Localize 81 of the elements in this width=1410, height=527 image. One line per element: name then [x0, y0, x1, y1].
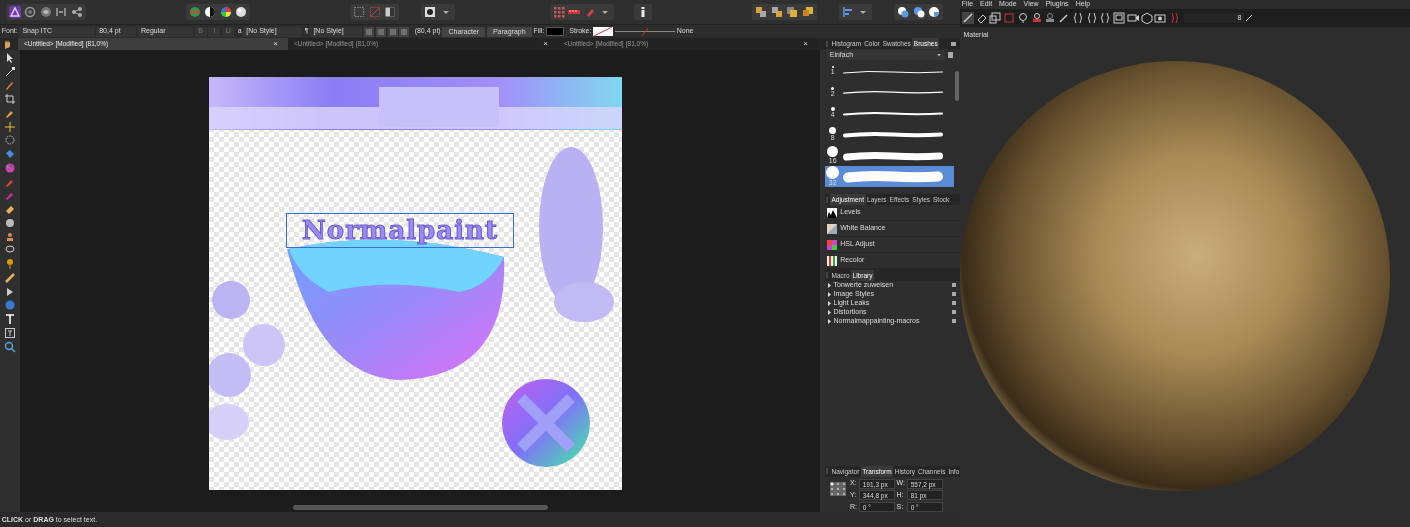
brush-tip-icon: [830, 107, 835, 112]
bracket-icon[interactable]: [1071, 12, 1084, 24]
camera-icon[interactable]: [1126, 12, 1139, 24]
clone-icon[interactable]: [1044, 12, 1057, 24]
horizontal-scrollbar[interactable]: [292, 505, 548, 511]
text-tool-icon[interactable]: [4, 313, 16, 325]
brush-tip-icon: [826, 165, 840, 179]
clone-icon[interactable]: [1030, 12, 1043, 24]
align-icon[interactable]: [841, 6, 854, 18]
bracket-icon[interactable]: [1085, 12, 1098, 24]
boolean-subtract-icon[interactable]: [912, 6, 925, 18]
brush-tip-icon: [829, 126, 837, 134]
grip-icon[interactable]: [825, 195, 830, 204]
expand-triangle-icon[interactable]: [826, 301, 832, 306]
arrange-icon[interactable]: [801, 6, 814, 18]
invert-selection-icon[interactable]: [384, 6, 397, 18]
align-right-button[interactable]: [387, 26, 398, 37]
grip-icon[interactable]: [825, 467, 830, 476]
expand-triangle-icon[interactable]: [826, 319, 832, 324]
grip-icon[interactable]: [825, 39, 830, 48]
brush-tip-icon: [827, 145, 839, 157]
brush-stroke-icon: [842, 69, 943, 74]
caret-icon[interactable]: [935, 52, 942, 58]
brush-stroke-icon: [842, 111, 943, 116]
close-button[interactable]: ×: [539, 38, 552, 50]
zoom-icon[interactable]: [4, 340, 16, 353]
triangle-logo-icon[interactable]: [8, 6, 21, 18]
arrange-icon[interactable]: [786, 6, 799, 18]
dotted-circle-icon[interactable]: [4, 134, 16, 147]
cube-icon[interactable]: [1140, 12, 1153, 24]
arrange-icon[interactable]: [755, 6, 768, 18]
ruler-icon[interactable]: [4, 271, 16, 284]
brush-tip-icon: [831, 66, 834, 69]
frame-icon[interactable]: [1113, 12, 1125, 24]
adjustment-thumbnail-icon: [826, 223, 837, 234]
pen-icon[interactable]: [4, 79, 16, 92]
palette-icon[interactable]: [4, 161, 16, 174]
stamp-icon[interactable]: [4, 230, 16, 243]
close-button[interactable]: ×: [799, 38, 812, 50]
half-circle-icon[interactable]: [204, 6, 217, 18]
brush-stroke-icon: [842, 90, 943, 95]
grip-icon[interactable]: [825, 271, 830, 279]
brush-stroke-icon: [842, 170, 943, 183]
stroke-width-slider[interactable]: [614, 27, 675, 36]
book-icon[interactable]: [946, 51, 954, 59]
node-icon[interactable]: [4, 65, 16, 78]
ring-icon[interactable]: [24, 6, 37, 18]
adjustment-thumbnail-icon: [826, 239, 837, 250]
share-icon[interactable]: [70, 6, 83, 18]
expand-triangle-icon[interactable]: [826, 283, 832, 288]
swirl-icon[interactable]: [39, 6, 52, 18]
expand-triangle-icon[interactable]: [826, 310, 832, 315]
pointer-icon[interactable]: [4, 51, 16, 64]
adjustment-thumbnail-icon: [826, 207, 837, 218]
brush-tip-icon: [831, 86, 835, 90]
bucket-icon[interactable]: [4, 148, 16, 160]
mask-icon[interactable]: [424, 6, 437, 18]
color-wheel-icon[interactable]: [219, 6, 232, 18]
boolean-intersect-icon[interactable]: [928, 6, 941, 18]
close-button[interactable]: ×: [269, 38, 282, 50]
slider-thumb[interactable]: [641, 27, 648, 36]
projection-icon[interactable]: [989, 12, 1002, 24]
no-stroke-swatch[interactable]: [593, 27, 614, 36]
marquee-icon[interactable]: [353, 6, 366, 18]
brush-icon[interactable]: [961, 12, 974, 24]
expand-triangle-icon[interactable]: [826, 292, 832, 297]
align-center-button[interactable]: [375, 26, 386, 37]
crop-icon[interactable]: [4, 93, 16, 105]
brush-stroke-icon: [842, 150, 943, 161]
bracket-icon[interactable]: [1099, 12, 1112, 24]
fill-swatch[interactable]: [546, 27, 565, 36]
brush-stroke-icon: [842, 131, 943, 138]
grid-icon[interactable]: [552, 6, 565, 18]
sphere-icon[interactable]: [235, 6, 248, 18]
justify-button[interactable]: [399, 26, 410, 37]
adjustment-thumbnail-icon: [826, 255, 837, 266]
align-left-button[interactable]: [364, 26, 375, 37]
camera-icon[interactable]: [1154, 12, 1167, 24]
frame-text-icon[interactable]: [4, 326, 16, 339]
arrange-icon[interactable]: [770, 6, 783, 18]
boolean-add-icon[interactable]: [897, 6, 910, 18]
